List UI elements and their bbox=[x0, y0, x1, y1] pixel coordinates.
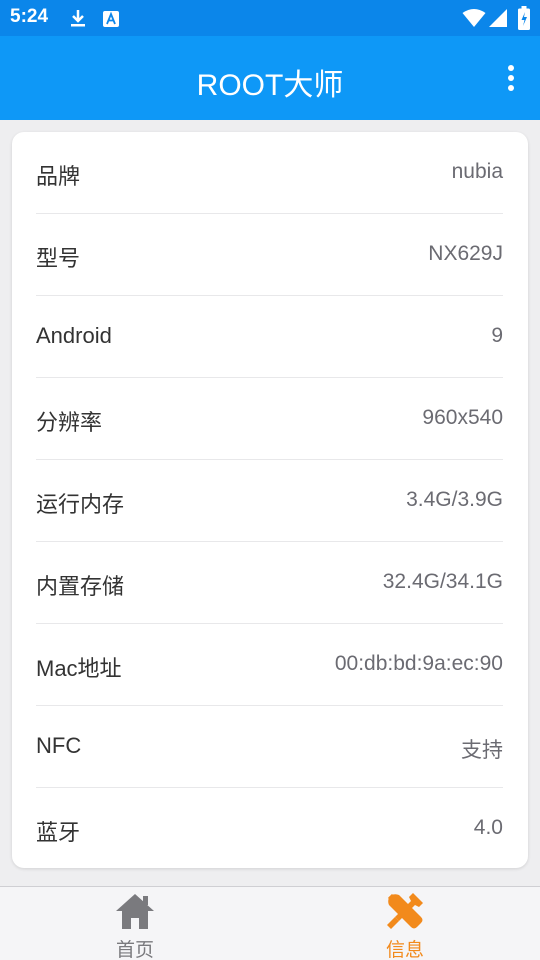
info-row-nfc: NFC 支持 bbox=[36, 706, 503, 788]
app-notification-icon bbox=[102, 10, 120, 32]
more-options-button[interactable] bbox=[504, 64, 518, 92]
device-info-card: 品牌 nubia 型号 NX629J Android 9 分辨率 960x540… bbox=[12, 132, 528, 868]
info-row-bluetooth: 蓝牙 4.0 bbox=[36, 788, 503, 870]
bottom-navigation: 首页 信息 bbox=[0, 886, 540, 960]
row-label: 蓝牙 bbox=[36, 820, 81, 845]
info-row-resolution: 分辨率 960x540 bbox=[36, 378, 503, 460]
home-icon bbox=[116, 894, 154, 929]
status-bar: 5:24 bbox=[0, 0, 540, 36]
row-value: nubia bbox=[451, 160, 503, 183]
row-value: 960x540 bbox=[422, 406, 503, 429]
info-row-ram: 运行内存 3.4G/3.9G bbox=[36, 460, 503, 542]
row-label: NFC bbox=[36, 733, 82, 758]
download-icon bbox=[68, 8, 88, 32]
row-value: 9 bbox=[491, 324, 503, 347]
nav-label-home: 首页 bbox=[115, 939, 154, 960]
info-row-brand: 品牌 nubia bbox=[36, 132, 503, 214]
wifi-icon bbox=[462, 8, 486, 32]
row-label: 分辨率 bbox=[36, 410, 103, 435]
status-time: 5:24 bbox=[10, 6, 49, 27]
row-value: 00:db:bd:9a:ec:90 bbox=[334, 652, 503, 675]
info-row-model: 型号 NX629J bbox=[36, 214, 503, 296]
app-title: ROOT大师 bbox=[196, 69, 344, 102]
signal-icon bbox=[488, 8, 508, 32]
nav-item-info[interactable]: 信息 bbox=[270, 887, 540, 960]
row-label: 内置存储 bbox=[36, 574, 125, 599]
tools-icon bbox=[387, 893, 423, 929]
row-value: NX629J bbox=[428, 242, 503, 265]
info-row-storage: 内置存储 32.4G/34.1G bbox=[36, 542, 503, 624]
nav-label-info: 信息 bbox=[385, 939, 424, 960]
nav-item-home[interactable]: 首页 bbox=[0, 887, 270, 960]
more-vertical-icon bbox=[508, 65, 514, 91]
row-label: Mac地址 bbox=[36, 656, 122, 681]
battery-icon bbox=[518, 6, 530, 34]
row-value: 支持 bbox=[461, 739, 503, 762]
app-bar: ROOT大师 bbox=[0, 36, 540, 120]
info-row-mac: Mac地址 00:db:bd:9a:ec:90 bbox=[36, 624, 503, 706]
row-label: 型号 bbox=[36, 246, 81, 271]
row-value: 4.0 bbox=[473, 816, 503, 839]
row-value: 3.4G/3.9G bbox=[406, 488, 503, 511]
row-label: 品牌 bbox=[36, 164, 81, 189]
row-label: Android bbox=[36, 323, 112, 348]
info-row-android: Android 9 bbox=[36, 296, 503, 378]
row-value: 32.4G/34.1G bbox=[382, 570, 503, 593]
row-label: 运行内存 bbox=[36, 492, 125, 517]
